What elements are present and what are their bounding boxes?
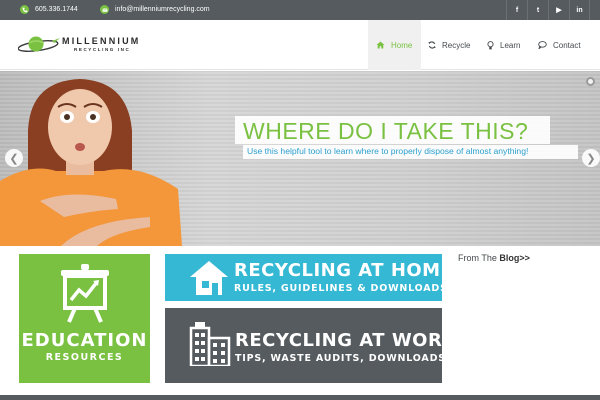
slider-next-button[interactable]: ❯	[582, 149, 600, 167]
nav-item-recycle[interactable]: Recycle	[428, 20, 470, 70]
home-card-title: RECYCLING AT HOME	[234, 260, 454, 281]
slider-prev-button[interactable]: ❮	[5, 149, 23, 167]
logo-tagline: RECYCLING INC	[74, 47, 131, 52]
blog-link[interactable]: From The Blog>>	[458, 253, 530, 263]
chat-bubble-icon	[538, 41, 547, 49]
envelope-icon	[100, 5, 109, 14]
refresh-icon	[428, 41, 436, 49]
planet-logo-icon	[18, 36, 60, 52]
twitter-icon[interactable]: t	[527, 0, 548, 20]
education-subtitle: RESOURCES	[45, 352, 124, 363]
linkedin-icon[interactable]: in	[569, 0, 590, 20]
logo-name: MILLENNIUM	[62, 36, 141, 46]
house-icon	[190, 261, 228, 295]
email-contact[interactable]: info@millenniumrecycling.com	[100, 5, 210, 14]
education-resources-tile[interactable]: EDUCATION RESOURCES	[19, 254, 150, 383]
nav-item-home[interactable]: Home	[368, 20, 421, 70]
nav-item-learn[interactable]: Learn	[487, 20, 520, 70]
email-address[interactable]: info@millenniumrecycling.com	[115, 5, 210, 14]
hero-subtitle[interactable]: Use this helpful tool to learn where to …	[247, 146, 528, 156]
phone-icon	[20, 5, 29, 14]
work-card-title: RECYCLING AT WORK	[235, 330, 457, 351]
phone-contact[interactable]: 605.336.1744	[20, 5, 78, 14]
presentation-board-icon	[61, 264, 109, 323]
hero-slider: WHERE DO I TAKE THIS? Use this helpful t…	[0, 71, 600, 246]
nav-label-home: Home	[391, 40, 413, 50]
nav-label-contact: Contact	[553, 40, 581, 50]
phone-number[interactable]: 605.336.1744	[35, 5, 78, 14]
home-icon	[376, 41, 385, 49]
site-header: MILLENNIUM RECYCLING INC Home Recycle Le…	[0, 20, 600, 70]
chevron-right-icon: ❯	[586, 152, 596, 165]
facebook-icon[interactable]: f	[506, 0, 527, 20]
blog-prefix: From The	[458, 253, 497, 263]
recycling-at-home-card[interactable]: RECYCLING AT HOME RULES, GUIDELINES & DO…	[165, 254, 453, 301]
nav-item-contact[interactable]: Contact	[538, 20, 581, 70]
footer-strip	[0, 395, 600, 400]
chevron-left-icon: ❮	[9, 152, 19, 165]
slider-pager-dot[interactable]	[586, 77, 595, 86]
youtube-icon[interactable]: ▶	[548, 0, 569, 20]
nav-label-recycle: Recycle	[442, 40, 471, 50]
blog-link-label[interactable]: Blog>>	[499, 253, 530, 263]
lightbulb-icon	[487, 40, 494, 50]
education-title: EDUCATION	[21, 330, 148, 351]
top-bar: 605.336.1744 info@millenniumrecycling.co…	[0, 0, 600, 20]
hero-title[interactable]: WHERE DO I TAKE THIS?	[243, 118, 528, 145]
home-card-subtitle: RULES, GUIDELINES & DOWNLOADS	[234, 283, 448, 294]
recycling-at-work-card[interactable]: RECYCLING AT WORK TIPS, WASTE AUDITS, DO…	[165, 308, 456, 383]
nav-label-learn: Learn	[500, 40, 521, 50]
site-logo[interactable]: MILLENNIUM RECYCLING INC	[18, 34, 168, 56]
hero-woman-photo	[0, 79, 182, 246]
office-building-icon	[189, 322, 231, 366]
work-card-subtitle: TIPS, WASTE AUDITS, DOWNLOADS	[235, 353, 446, 364]
